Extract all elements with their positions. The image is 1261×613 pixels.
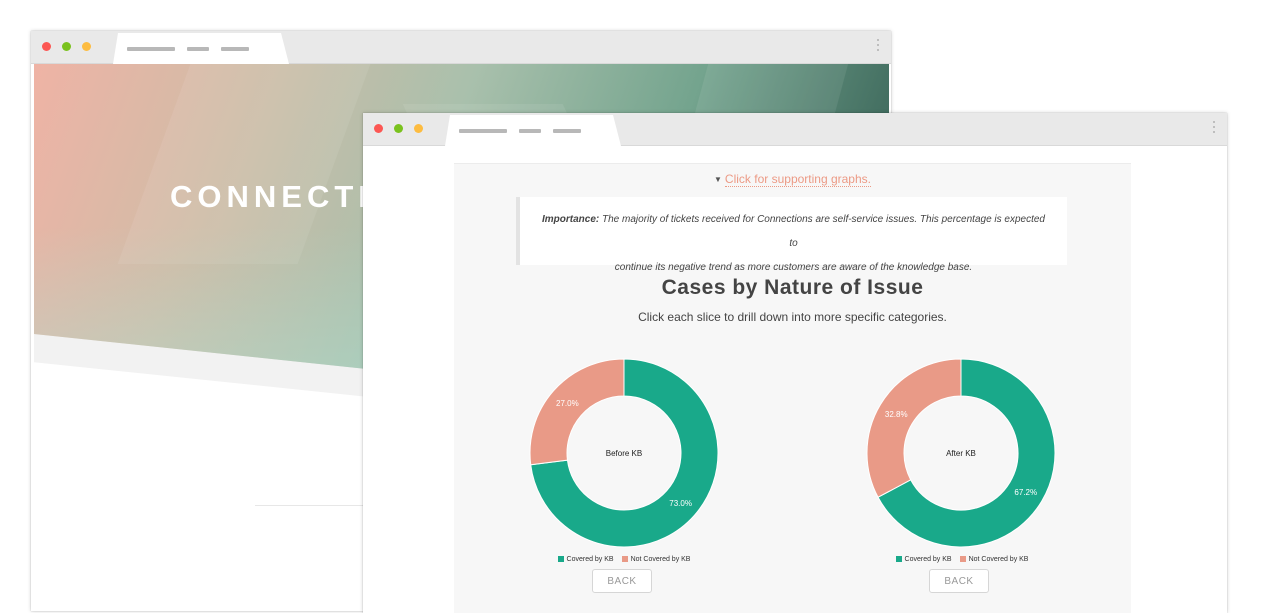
browser-menu-icon[interactable] bbox=[877, 39, 880, 54]
close-window-icon[interactable] bbox=[42, 42, 51, 51]
tab-title-placeholder bbox=[221, 47, 249, 51]
legend-item-covered[interactable]: Covered by KB bbox=[895, 556, 952, 563]
minimize-window-icon[interactable] bbox=[82, 42, 91, 51]
tab-title-placeholder bbox=[127, 47, 175, 51]
legend-label-covered: Covered by KB bbox=[904, 556, 952, 563]
slice-not-covered[interactable] bbox=[866, 358, 962, 498]
back-button-after[interactable]: BACK bbox=[929, 569, 989, 593]
importance-text-line2: continue its negative trend as more cust… bbox=[614, 262, 973, 273]
chart-legend-before: Covered by KB Not Covered by KB bbox=[524, 556, 724, 563]
legend-swatch bbox=[959, 556, 966, 562]
slice-percent-label: 73.0% bbox=[669, 499, 692, 508]
donut-center-label: Before KB bbox=[606, 449, 642, 458]
chart-title: Cases by Nature of Issue bbox=[661, 276, 924, 299]
browser-tab[interactable] bbox=[113, 33, 289, 64]
slice-percent-label: 32.8% bbox=[885, 410, 908, 419]
tab-title-placeholder bbox=[459, 129, 507, 133]
browser-tab[interactable] bbox=[445, 115, 621, 146]
legend-item-not-covered[interactable]: Not Covered by KB bbox=[959, 556, 1029, 563]
slice-percent-label: 67.2% bbox=[1014, 488, 1037, 497]
maximize-window-icon[interactable] bbox=[394, 124, 403, 133]
front-browser-window: ▼ Click for supporting graphs. Importance… bbox=[363, 113, 1227, 613]
legend-label-covered: Covered by KB bbox=[566, 556, 614, 563]
minimize-window-icon[interactable] bbox=[414, 124, 423, 133]
slice-percent-label: 27.0% bbox=[556, 399, 579, 408]
titlebar bbox=[31, 31, 891, 64]
tab-title-placeholder bbox=[519, 129, 541, 133]
maximize-window-icon[interactable] bbox=[62, 42, 71, 51]
back-button-before[interactable]: BACK bbox=[592, 569, 652, 593]
browser-menu-icon[interactable] bbox=[1213, 121, 1216, 136]
importance-label: Importance: bbox=[542, 214, 600, 225]
legend-item-not-covered[interactable]: Not Covered by KB bbox=[621, 556, 691, 563]
importance-note: Importance: The majority of tickets rece… bbox=[516, 197, 1067, 273]
titlebar bbox=[363, 113, 1227, 146]
legend-label-not-covered: Not Covered by KB bbox=[630, 556, 691, 563]
donut-chart-after[interactable]: 67.2% 32.8% After KB bbox=[866, 358, 1056, 548]
legend-swatch bbox=[895, 556, 902, 562]
tab-title-placeholder bbox=[553, 129, 581, 133]
legend-swatch bbox=[621, 556, 628, 562]
donut-center-label: After KB bbox=[946, 449, 976, 458]
donut-chart-before[interactable]: 73.0% 27.0% Before KB bbox=[529, 358, 719, 548]
legend-swatch bbox=[557, 556, 564, 562]
legend-label-not-covered: Not Covered by KB bbox=[968, 556, 1029, 563]
chart-legend-after: Covered by KB Not Covered by KB bbox=[862, 556, 1062, 563]
caret-down-icon: ▼ bbox=[714, 175, 722, 184]
supporting-graphs-toggle[interactable]: ▼ Click for supporting graphs. bbox=[454, 172, 1131, 187]
supporting-graphs-link[interactable]: Click for supporting graphs. bbox=[724, 172, 871, 187]
legend-item-covered[interactable]: Covered by KB bbox=[557, 556, 614, 563]
chart-subtitle: Click each slice to drill down into more… bbox=[638, 310, 947, 324]
tab-title-placeholder bbox=[187, 47, 209, 51]
importance-text-line1: The majority of tickets received for Con… bbox=[602, 214, 1045, 249]
close-window-icon[interactable] bbox=[374, 124, 383, 133]
report-panel: ▼ Click for supporting graphs. Importance… bbox=[454, 163, 1131, 613]
